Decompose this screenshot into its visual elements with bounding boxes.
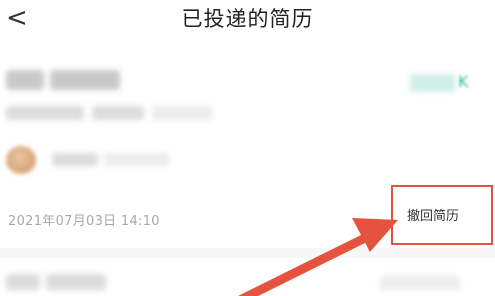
annotation-arrow-icon	[237, 218, 398, 296]
